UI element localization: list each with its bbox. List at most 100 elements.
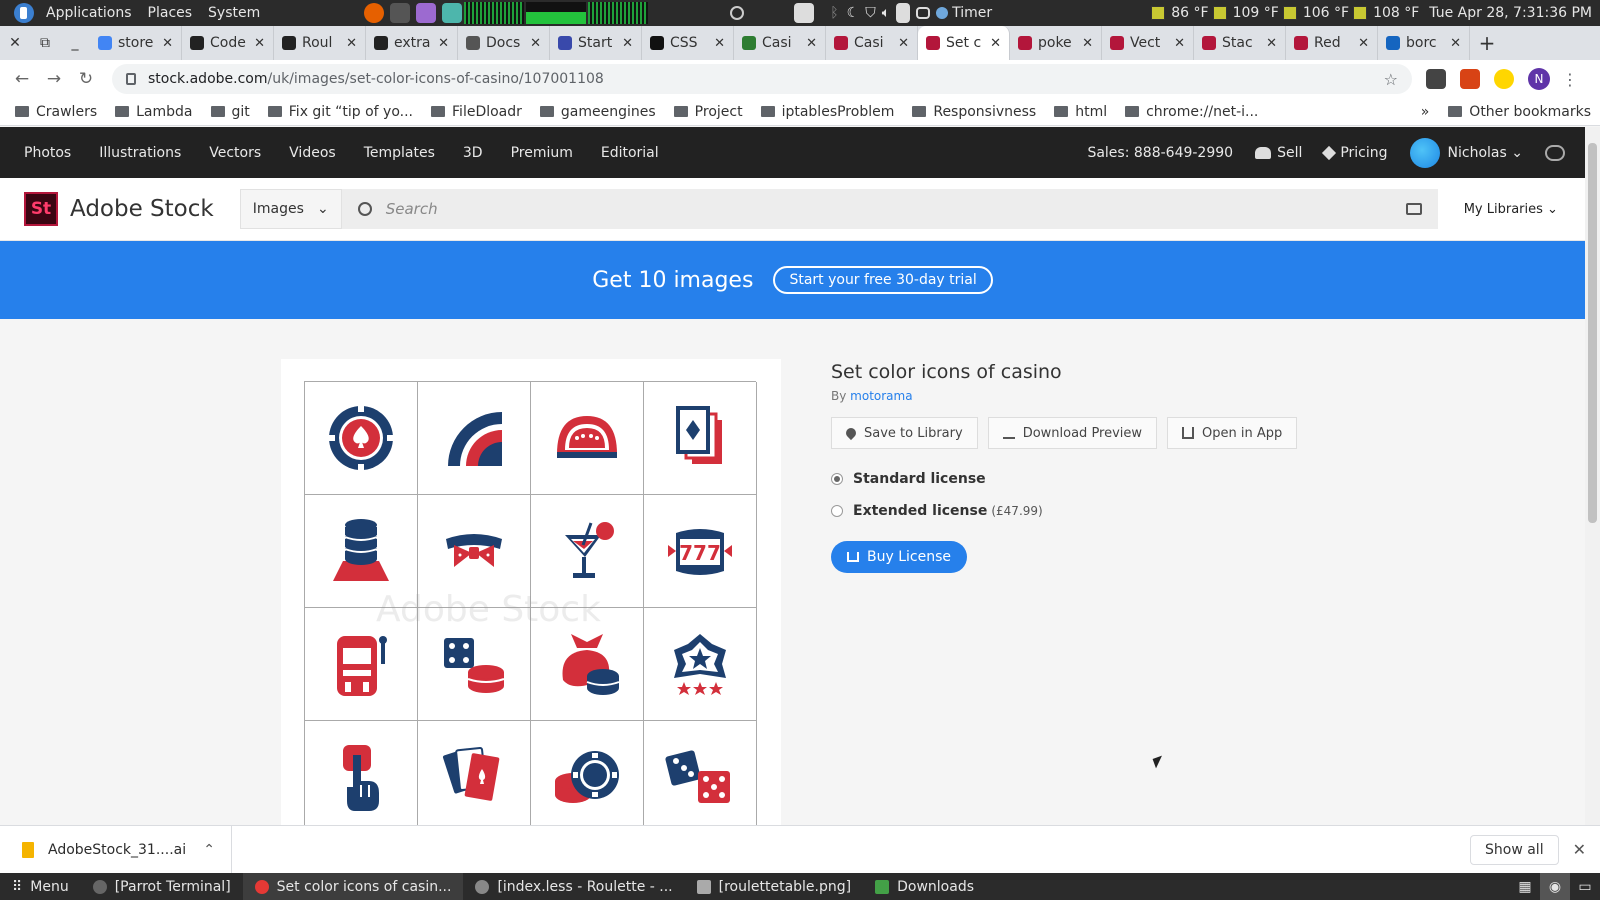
bookmarks-overflow-icon[interactable]: » (1411, 104, 1440, 120)
clock[interactable]: Tue Apr 28, 7:31:36 PM (1429, 5, 1592, 21)
menu-places[interactable]: Places (140, 5, 201, 21)
asset-type-select[interactable]: Images ⌄ (239, 189, 342, 229)
save-to-library-button[interactable]: Save to Library (831, 417, 978, 449)
browser-tab[interactable]: Roul ✕ (274, 26, 366, 60)
bookmark-item[interactable]: html (1045, 104, 1116, 120)
extension-icon[interactable] (1460, 69, 1480, 89)
terminal-icon[interactable] (390, 3, 411, 23)
free-trial-button[interactable]: Start your free 30-day trial (773, 266, 993, 294)
bookmark-item[interactable]: iptablesProblem (752, 104, 904, 120)
menu-kebab-icon[interactable]: ⋮ (1562, 70, 1578, 89)
timer-icon[interactable] (936, 7, 949, 19)
clipboard-icon[interactable] (896, 3, 911, 23)
taskbar-item[interactable]: Set color icons of casin... (242, 873, 464, 900)
nav-link[interactable]: Photos (10, 145, 85, 161)
brand-name[interactable]: Adobe Stock (70, 196, 214, 222)
search-icon[interactable] (730, 6, 745, 20)
download-preview-button[interactable]: Download Preview (987, 417, 1158, 449)
close-tab-icon[interactable]: ✕ (162, 36, 173, 51)
open-in-app-button[interactable]: Open in App (1167, 417, 1298, 449)
taskbar-item[interactable]: Downloads (863, 873, 986, 900)
close-window-icon[interactable]: ✕ (0, 35, 30, 51)
bluetooth-icon[interactable]: ᛒ (830, 5, 838, 21)
reload-icon[interactable]: ↻ (70, 69, 102, 89)
close-tab-icon[interactable]: ✕ (1450, 36, 1461, 51)
nav-link[interactable]: Illustrations (85, 145, 195, 161)
shield-icon[interactable]: ⛉ (865, 5, 876, 21)
close-tab-icon[interactable]: ✕ (1358, 36, 1369, 51)
nav-link[interactable]: Videos (275, 145, 350, 161)
buy-license-button[interactable]: Buy License (831, 541, 967, 573)
bookmark-item[interactable]: gameengines (531, 104, 665, 120)
adobe-stock-logo[interactable]: St (24, 192, 58, 226)
show-all-button[interactable]: Show all (1470, 834, 1559, 865)
extended-license-option[interactable]: Extended license (£47.99) (831, 503, 1531, 519)
close-tab-icon[interactable]: ✕ (530, 36, 541, 51)
browser-tab[interactable]: Stac ✕ (1194, 26, 1286, 60)
timer-label[interactable]: Timer (952, 5, 992, 21)
sales-phone[interactable]: Sales: 888-649-2990 (1087, 145, 1233, 161)
cast-icon[interactable] (1426, 69, 1446, 89)
bookmark-item[interactable]: Responsivness (903, 104, 1045, 120)
nav-link[interactable]: Premium (497, 145, 587, 161)
forward-icon[interactable]: → (38, 69, 70, 89)
author-link[interactable]: motorama (850, 389, 912, 403)
standard-license-option[interactable]: Standard license (831, 471, 1531, 487)
address-bar[interactable]: stock.adobe.com/uk/images/set-color-icon… (112, 64, 1412, 94)
sell-link[interactable]: Sell (1255, 145, 1302, 161)
menu-applications[interactable]: Applications (38, 5, 140, 21)
browser-tab[interactable]: Casi ✕ (826, 26, 918, 60)
new-tab-button[interactable]: + (1470, 31, 1504, 55)
taskbar-item[interactable]: [Parrot Terminal] (81, 873, 243, 900)
bookmark-item[interactable]: Crawlers (6, 104, 106, 120)
volume-icon[interactable]: 🔈︎ (882, 5, 890, 21)
bookmark-item[interactable]: Fix git “tip of yo... (259, 104, 422, 120)
my-libraries-menu[interactable]: My Libraries ⌄ (1464, 202, 1558, 217)
radio-selected[interactable] (831, 473, 843, 485)
bookmark-star-icon[interactable]: ☆ (1384, 70, 1398, 89)
browser-tab[interactable]: Docs ✕ (458, 26, 550, 60)
search-input[interactable]: Search (341, 189, 1438, 229)
workspace-icon[interactable]: ▦ (1510, 873, 1540, 900)
browser-tab[interactable]: Code ✕ (182, 26, 274, 60)
firefox-icon[interactable] (364, 3, 385, 23)
close-tab-icon[interactable]: ✕ (622, 36, 633, 51)
bookmark-item[interactable]: chrome://net-i... (1116, 104, 1267, 120)
close-tab-icon[interactable]: ✕ (1082, 36, 1093, 51)
menu-system[interactable]: System (200, 5, 268, 21)
browser-tab[interactable]: Vect ✕ (1102, 26, 1194, 60)
nav-link[interactable]: Vectors (195, 145, 275, 161)
close-tab-icon[interactable]: ✕ (806, 36, 817, 51)
radio-unselected[interactable] (831, 505, 843, 517)
browser-tab[interactable]: Red ✕ (1286, 26, 1378, 60)
browser-tab[interactable]: extra ✕ (366, 26, 458, 60)
creative-cloud-icon[interactable] (1545, 144, 1565, 161)
screenshot-icon[interactable] (794, 3, 815, 23)
chevron-up-icon[interactable]: ⌃ (203, 842, 215, 858)
show-desktop-icon[interactable]: ▭ (1570, 873, 1600, 900)
restore-window-icon[interactable]: ⧉ (30, 35, 60, 51)
browser-tab[interactable]: Start ✕ (550, 26, 642, 60)
bookmark-item[interactable]: git (202, 104, 259, 120)
browser-tab[interactable]: CSS ✕ (642, 26, 734, 60)
close-tab-icon[interactable]: ✕ (254, 36, 265, 51)
extension-icon[interactable] (1494, 69, 1514, 89)
back-icon[interactable]: ← (6, 69, 38, 89)
bookmark-item[interactable]: FileDloadr (422, 104, 531, 120)
scrollbar-thumb[interactable] (1588, 143, 1597, 523)
taskbar-item[interactable]: [index.less - Roulette - ... (463, 873, 684, 900)
parrot-logo-icon[interactable] (14, 3, 34, 23)
pricing-link[interactable]: Pricing (1322, 145, 1388, 161)
taskbar-menu[interactable]: ⠿ Menu (0, 873, 81, 900)
close-tab-icon[interactable]: ✕ (990, 36, 1001, 51)
taskbar-item[interactable]: [roulettetable.png] (685, 873, 863, 900)
minimize-window-icon[interactable]: _ (60, 35, 90, 51)
display-icon[interactable] (916, 7, 931, 19)
chrome-icon[interactable]: ◉ (1540, 873, 1570, 900)
profile-avatar[interactable]: N (1528, 68, 1550, 90)
browser-tab[interactable]: store ✕ (90, 26, 182, 60)
lock-icon[interactable] (126, 73, 136, 85)
visual-search-camera-icon[interactable] (1405, 203, 1422, 215)
close-tab-icon[interactable]: ✕ (714, 36, 725, 51)
nav-link[interactable]: Templates (350, 145, 449, 161)
